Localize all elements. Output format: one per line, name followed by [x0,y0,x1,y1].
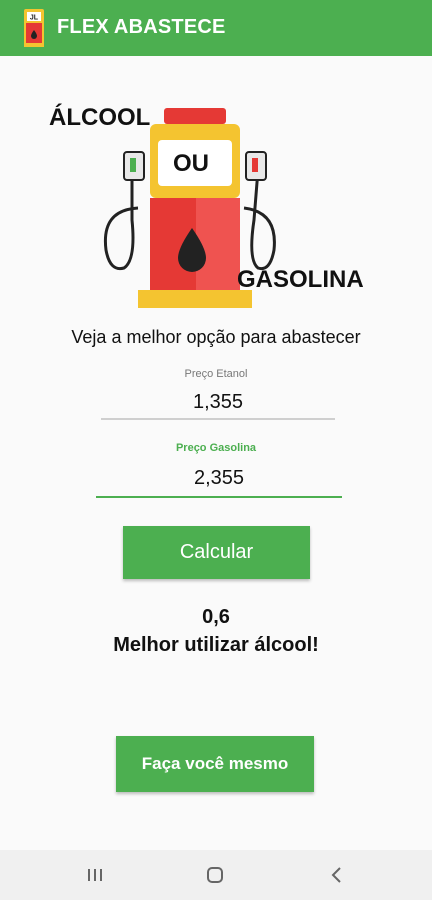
result-ratio: 0,6 [202,606,230,628]
gasolina-price-label: Preço Gasolina [175,442,257,454]
app-bar: JL FLEX ABASTECE [0,0,432,56]
back-icon[interactable] [325,864,349,886]
etanol-price-label: Preço Etanol [184,368,248,380]
diy-button[interactable]: Faça você mesmo [116,736,314,792]
logo-word-ou: OU [173,150,209,177]
app-title: FLEX ABASTECE [57,16,226,38]
system-nav-bar [0,850,432,900]
logo-word-gasolina: GASOLINA [237,266,364,293]
calculate-button[interactable]: Calcular [123,526,310,579]
fuel-pump-illustration: ÁLCOOL OU GASOLINA [46,100,391,312]
fuel-pump-app-icon: JL [22,7,48,49]
logo-word-alcool: ÁLCOOL [49,104,151,131]
home-icon[interactable] [203,864,227,886]
gasolina-price-input[interactable] [96,461,342,498]
svg-text:JL: JL [30,15,39,22]
etanol-price-input[interactable] [101,386,335,420]
subtitle: Veja a melhor opção para abastecer [71,327,361,347]
recent-apps-icon[interactable] [83,864,107,886]
result-message: Melhor utilizar álcool! [113,634,319,656]
